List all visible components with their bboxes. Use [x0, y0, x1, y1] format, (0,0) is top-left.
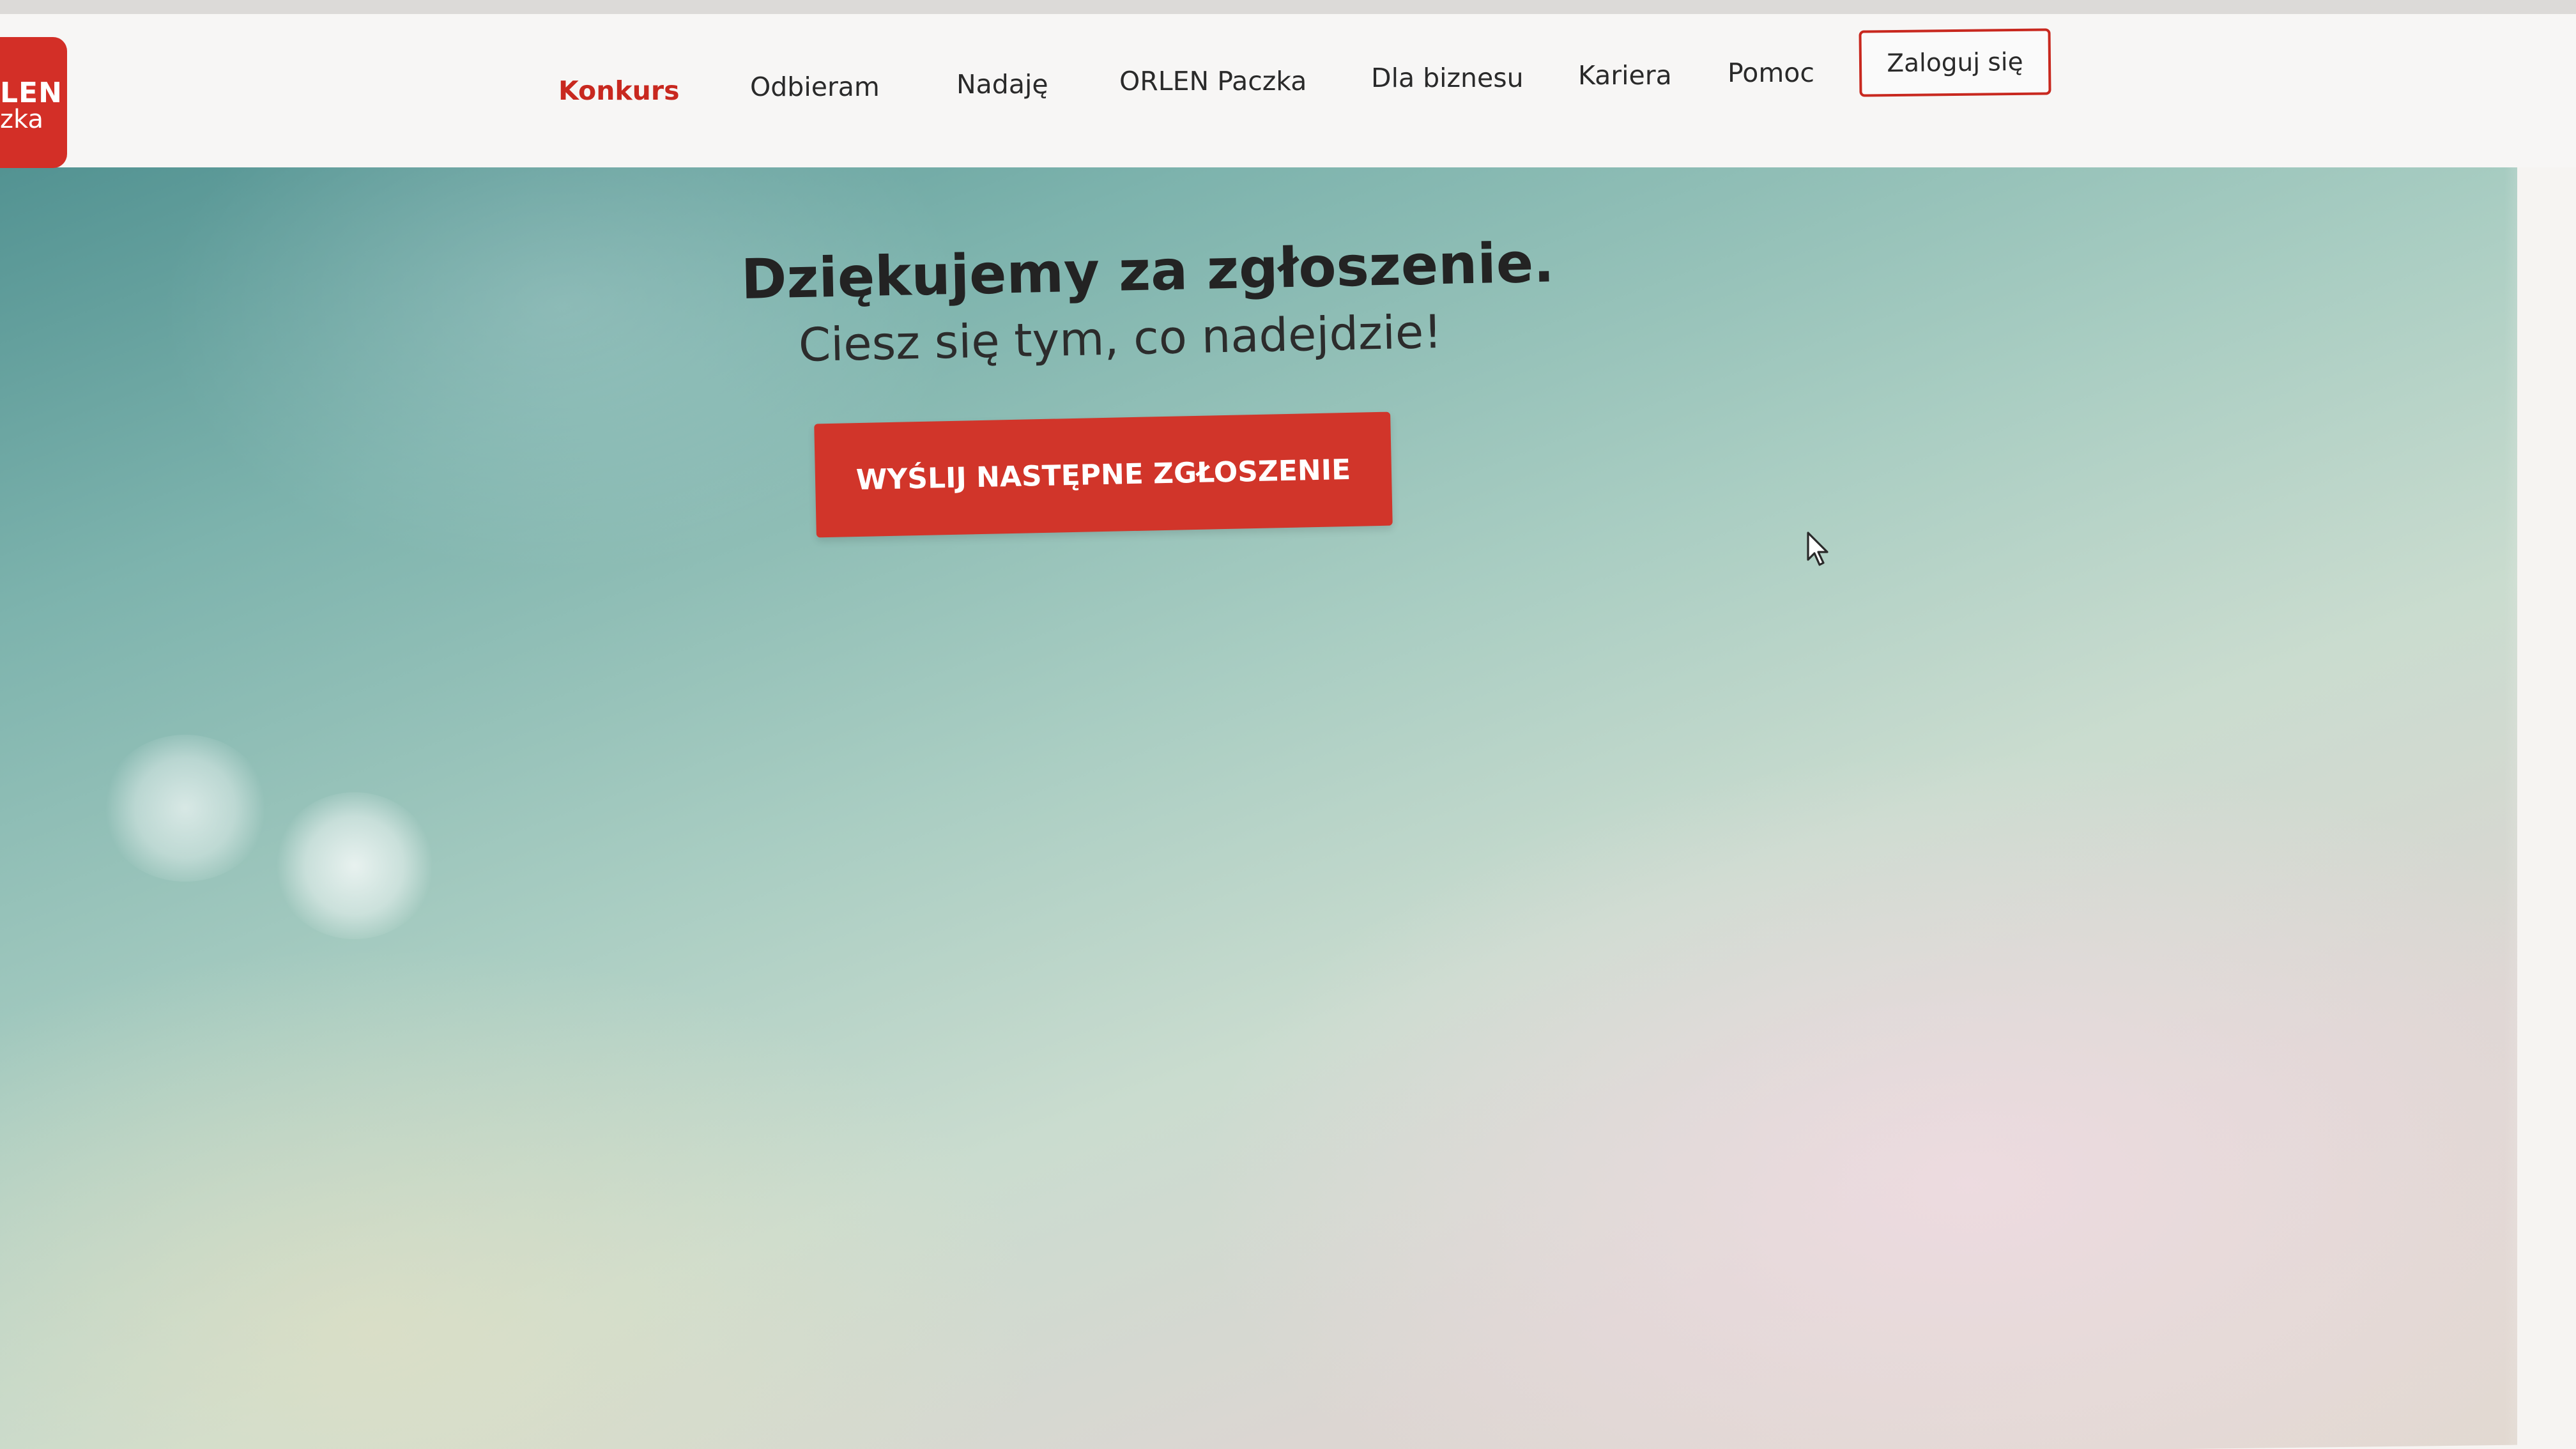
mouse-pointer-icon: [1807, 532, 1828, 566]
send-next-entry-button[interactable]: WYŚLIJ NASTĘPNE ZGŁOSZENIE: [814, 411, 1393, 538]
page-subtitle: Ciesz się tym, co nadejdzie!: [798, 304, 1443, 372]
main-content: Dziękujemy za zgłoszenie. Ciesz się tym,…: [0, 0, 2576, 1449]
screen: LEN zka Konkurs Odbieram Nadaję ORLEN Pa…: [0, 0, 2576, 1449]
page-title: Dziękujemy za zgłoszenie.: [740, 231, 1555, 312]
